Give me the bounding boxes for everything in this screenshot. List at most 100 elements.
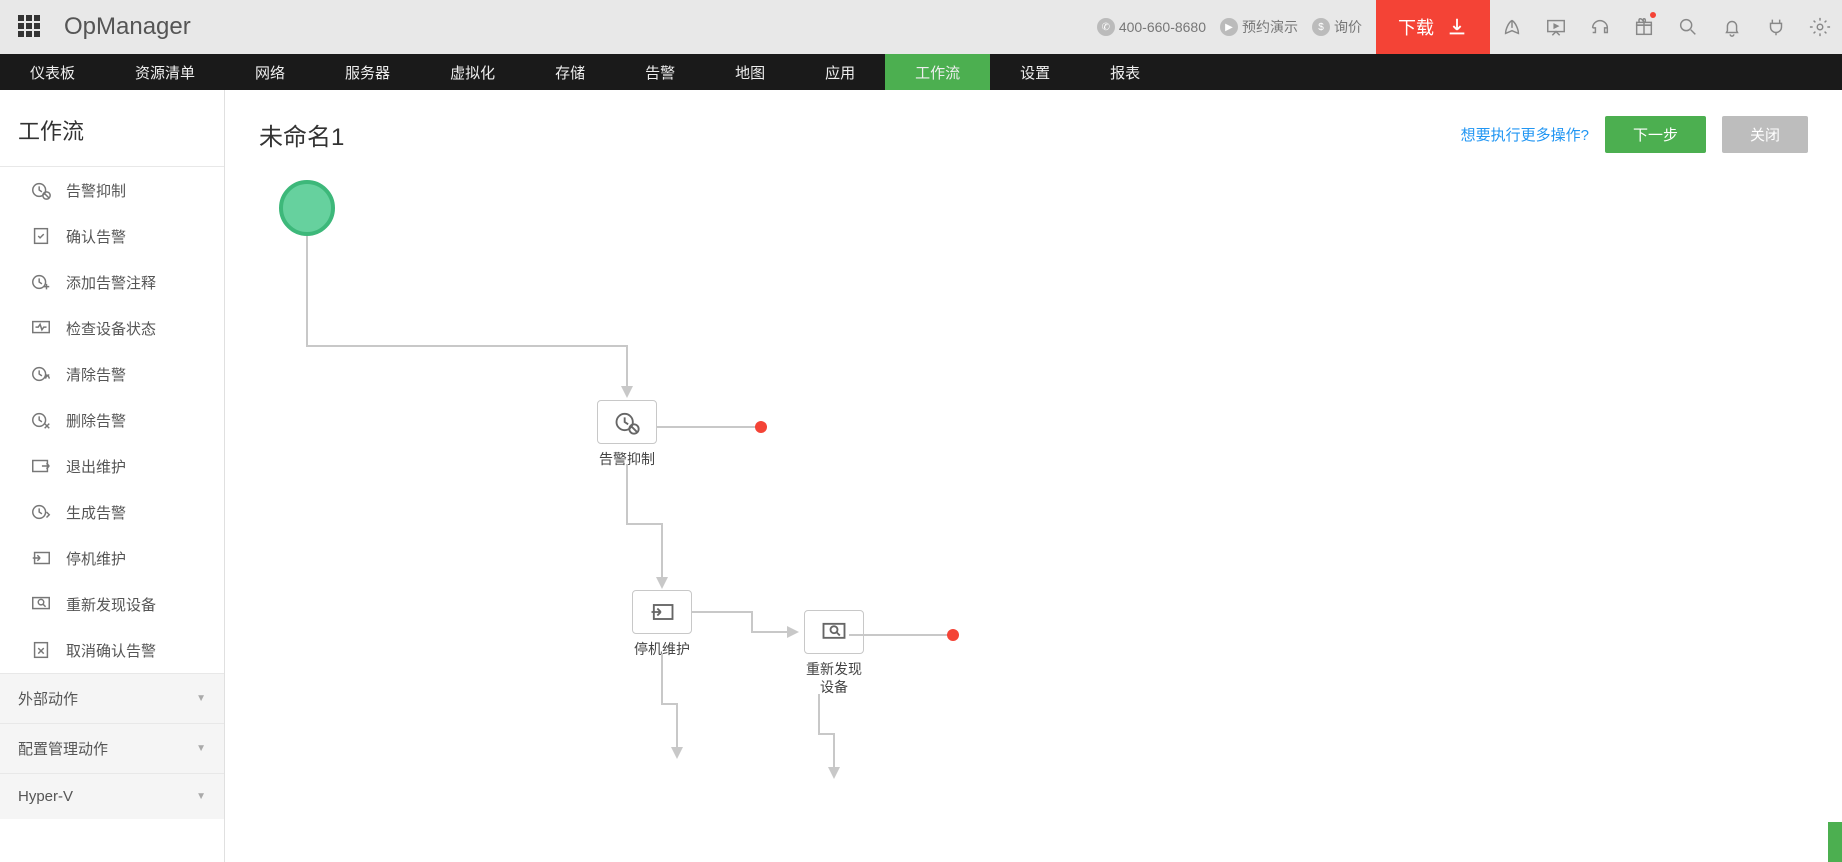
sidebar-item-label: 停机维护 xyxy=(66,548,126,569)
nav-virtualization[interactable]: 虚拟化 xyxy=(420,54,525,90)
top-bar-right: ✆ 400-660-8680 ▶ 预约演示 $ 询价 下载 xyxy=(1097,0,1842,54)
apps-grid-icon[interactable] xyxy=(18,15,42,39)
sidebar-item-label: 清除告警 xyxy=(66,364,126,385)
enter-maint-icon xyxy=(648,598,676,626)
action-delete-alarm[interactable]: 删除告警 xyxy=(0,397,224,443)
download-button[interactable]: 下载 xyxy=(1376,0,1490,54)
chevron-down-icon: ▼ xyxy=(196,693,206,704)
action-clear-alarm[interactable]: 清除告警 xyxy=(0,351,224,397)
nav-server[interactable]: 服务器 xyxy=(315,54,420,90)
sidebar-group-label: 外部动作 xyxy=(18,688,78,709)
sidebar-item-label: 检查设备状态 xyxy=(66,318,156,339)
nav-apps[interactable]: 应用 xyxy=(795,54,885,90)
node-label: 告警抑制 xyxy=(597,450,657,468)
workflow-title: 未命名1 xyxy=(259,117,344,152)
quote-icon: $ xyxy=(1312,18,1330,36)
clipboard-x-icon xyxy=(30,639,52,661)
nav-settings[interactable]: 设置 xyxy=(990,54,1080,90)
main-nav: 仪表板 资源清单 网络 服务器 虚拟化 存储 告警 地图 应用 工作流 设置 报… xyxy=(0,54,1842,90)
phone-number: 400-660-8680 xyxy=(1119,19,1206,35)
demo-icon: ▶ xyxy=(1220,18,1238,36)
node-label: 停机维护 xyxy=(632,640,692,658)
headset-icon[interactable] xyxy=(1578,0,1622,54)
nav-dashboard[interactable]: 仪表板 xyxy=(0,54,105,90)
nav-alarms[interactable]: 告警 xyxy=(615,54,705,90)
enter-maint-icon xyxy=(30,547,52,569)
workflow-canvas[interactable]: 告警抑制 停机维护 重新发现 xyxy=(259,170,1842,862)
plug-icon[interactable] xyxy=(1754,0,1798,54)
sidebar-title: 工作流 xyxy=(0,90,224,167)
clock-delete-icon xyxy=(30,409,52,431)
demo-label: 预约演示 xyxy=(1242,17,1298,37)
sidebar-item-label: 确认告警 xyxy=(66,226,126,247)
action-check-status[interactable]: 检查设备状态 xyxy=(0,305,224,351)
bell-icon[interactable] xyxy=(1710,0,1754,54)
action-enter-maintenance[interactable]: 停机维护 xyxy=(0,535,224,581)
clock-plus-icon xyxy=(30,271,52,293)
start-node[interactable] xyxy=(279,180,335,236)
download-label: 下载 xyxy=(1398,14,1434,40)
action-exit-maintenance[interactable]: 退出维护 xyxy=(0,443,224,489)
action-rediscover[interactable]: 重新发现设备 xyxy=(0,581,224,627)
quote-link[interactable]: $ 询价 xyxy=(1312,17,1362,37)
download-icon xyxy=(1446,16,1468,38)
action-generate-alarm[interactable]: 生成告警 xyxy=(0,489,224,535)
main-area: 工作流 告警抑制 确认告警 添加告警注释 检查设备状态 清除告警 删除告警 退出… xyxy=(0,90,1842,862)
connector-n3-down xyxy=(819,694,849,784)
sidebar-group-hyperv[interactable]: Hyper-V ▼ xyxy=(0,773,224,819)
sidebar-item-label: 退出维护 xyxy=(66,456,126,477)
sidebar-item-label: 添加告警注释 xyxy=(66,272,156,293)
connector-n1-n2 xyxy=(627,464,677,594)
sidebar-item-label: 重新发现设备 xyxy=(66,594,156,615)
gift-icon[interactable] xyxy=(1622,0,1666,54)
sidebar-group-config[interactable]: 配置管理动作▼ xyxy=(0,723,224,773)
clock-block-icon xyxy=(30,179,52,201)
next-button[interactable]: 下一步 xyxy=(1605,116,1706,153)
canvas-header: 未命名1 想要执行更多操作? 下一步 关闭 xyxy=(225,90,1842,169)
sidebar-item-label: 删除告警 xyxy=(66,410,126,431)
fail-endpoint-n1[interactable] xyxy=(755,421,767,433)
connector-start-n1 xyxy=(307,236,647,406)
nav-reports[interactable]: 报表 xyxy=(1080,54,1170,90)
nav-workflow[interactable]: 工作流 xyxy=(885,54,990,90)
rediscover-icon xyxy=(30,593,52,615)
node-rediscover[interactable]: 重新发现 设备 xyxy=(789,610,879,696)
quote-label: 询价 xyxy=(1334,17,1362,37)
clock-gen-icon xyxy=(30,501,52,523)
connector-n2-n3 xyxy=(692,612,802,642)
action-suppress-alarm[interactable]: 告警抑制 xyxy=(0,167,224,213)
sidebar-item-label: 取消确认告警 xyxy=(66,640,156,661)
chevron-down-icon: ▼ xyxy=(196,791,206,802)
presentation-icon[interactable] xyxy=(1534,0,1578,54)
node-label-line2: 设备 xyxy=(789,678,879,696)
clock-block-icon xyxy=(613,408,641,436)
top-bar: OpManager ✆ 400-660-8680 ▶ 预约演示 $ 询价 下载 xyxy=(0,0,1842,54)
close-button[interactable]: 关闭 xyxy=(1722,116,1808,153)
nav-network[interactable]: 网络 xyxy=(225,54,315,90)
connector-n1-fail xyxy=(657,422,767,432)
nav-maps[interactable]: 地图 xyxy=(705,54,795,90)
rocket-icon[interactable] xyxy=(1490,0,1534,54)
node-suppress-alarm[interactable]: 告警抑制 xyxy=(597,400,657,468)
action-ack-alarm[interactable]: 确认告警 xyxy=(0,213,224,259)
sidebar-group-external[interactable]: 外部动作 ▼ xyxy=(0,673,224,723)
demo-link[interactable]: ▶ 预约演示 xyxy=(1220,17,1298,37)
more-actions-link[interactable]: 想要执行更多操作? xyxy=(1461,124,1589,145)
action-add-note[interactable]: 添加告警注释 xyxy=(0,259,224,305)
node-enter-maintenance[interactable]: 停机维护 xyxy=(632,590,692,658)
phone-contact[interactable]: ✆ 400-660-8680 xyxy=(1097,18,1206,36)
sidebar-actions-list[interactable]: 告警抑制 确认告警 添加告警注释 检查设备状态 清除告警 删除告警 退出维护 生… xyxy=(0,167,224,862)
search-icon[interactable] xyxy=(1666,0,1710,54)
gear-icon[interactable] xyxy=(1798,0,1842,54)
clock-clear-icon xyxy=(30,363,52,385)
action-unack-alarm[interactable]: 取消确认告警 xyxy=(0,627,224,673)
brand-title: OpManager xyxy=(64,13,191,41)
fail-endpoint-n3[interactable] xyxy=(947,629,959,641)
nav-inventory[interactable]: 资源清单 xyxy=(105,54,225,90)
sidebar-item-label: 告警抑制 xyxy=(66,180,126,201)
sidebar-group-label: Hyper-V xyxy=(18,788,73,805)
rediscover-icon xyxy=(820,618,848,646)
nav-storage[interactable]: 存储 xyxy=(525,54,615,90)
node-label-line1: 重新发现 xyxy=(789,660,879,678)
clipboard-check-icon xyxy=(30,225,52,247)
